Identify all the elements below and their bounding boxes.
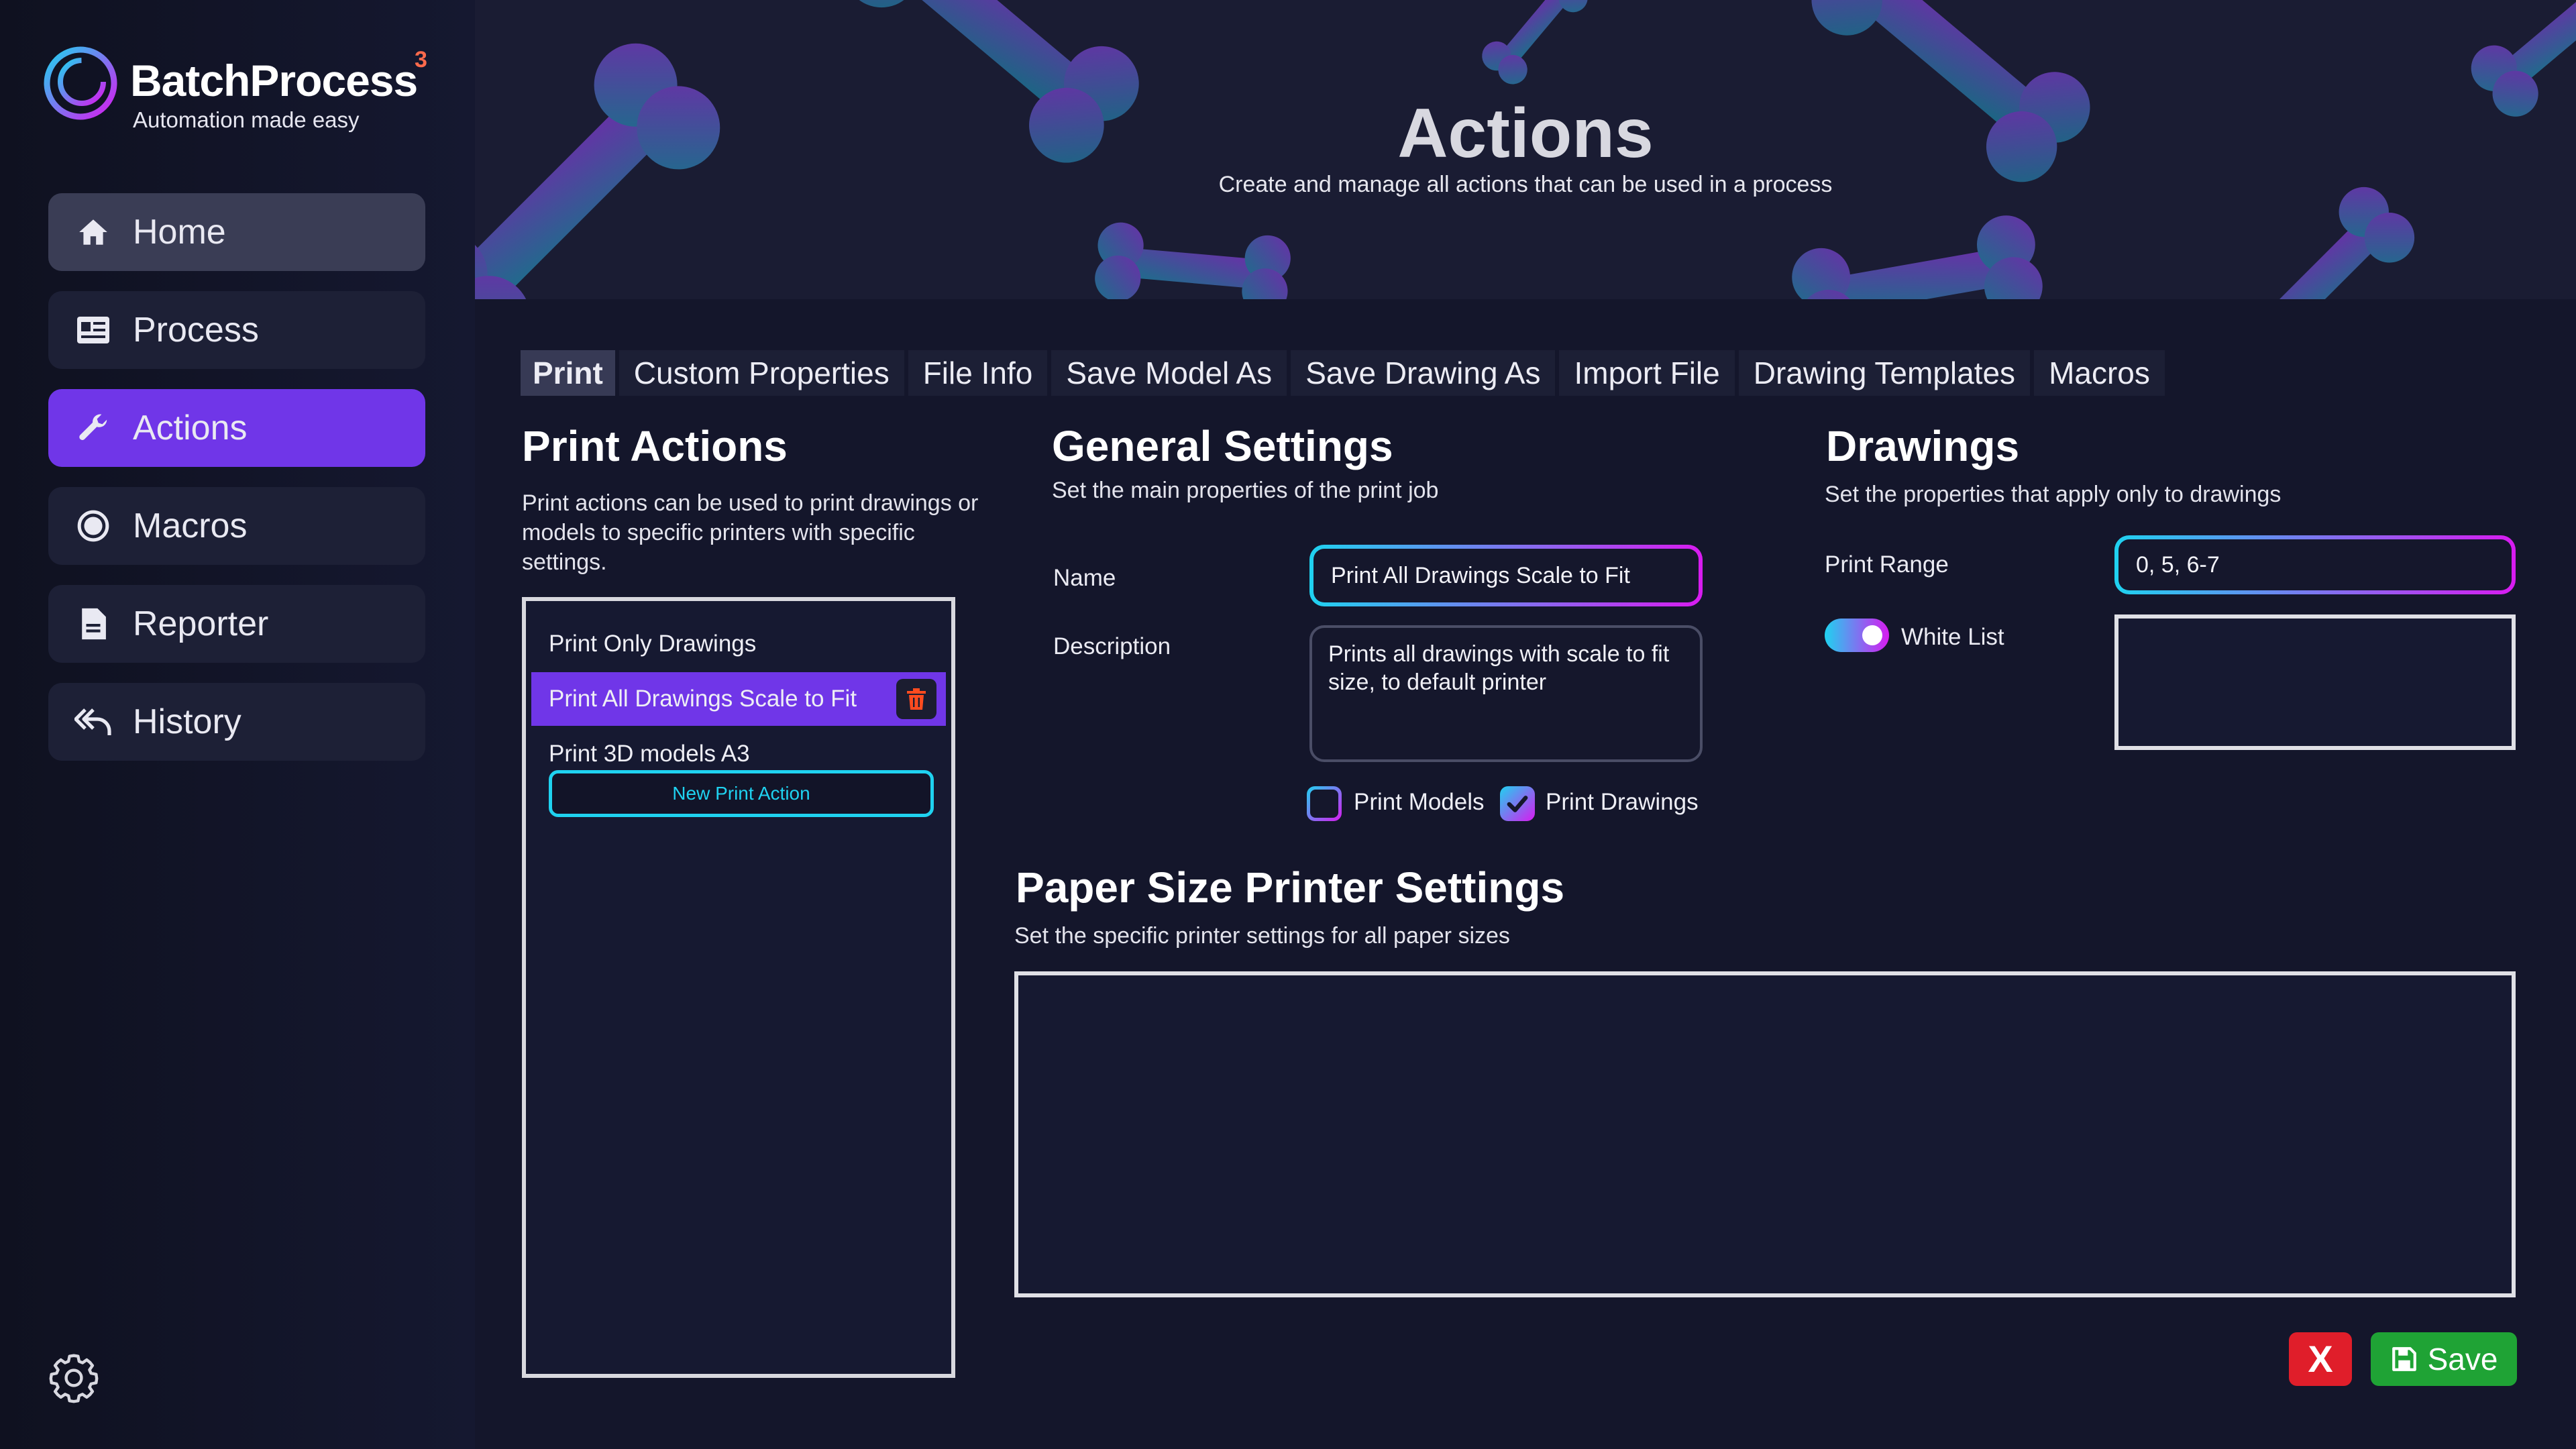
drawings-title: Drawings: [1826, 422, 2020, 470]
tab-custom-properties[interactable]: Custom Properties: [619, 350, 904, 396]
tab-save-model-as[interactable]: Save Model As: [1051, 350, 1287, 396]
toggle-knob: [1862, 625, 1882, 645]
sidebar-item-process[interactable]: Process: [48, 291, 425, 369]
tab-import-file[interactable]: Import File: [1559, 350, 1735, 396]
tab-file-info[interactable]: File Info: [908, 350, 1048, 396]
print-range-label: Print Range: [1825, 551, 1949, 578]
tab-drawing-templates[interactable]: Drawing Templates: [1738, 350, 2031, 396]
list-item[interactable]: Print Only Drawings: [531, 617, 946, 671]
home-icon: [74, 213, 113, 252]
delete-action-button[interactable]: [896, 679, 936, 719]
sidebar-item-label: Actions: [133, 409, 248, 447]
checkmark-icon: [1507, 796, 1528, 812]
page-title: Actions: [1397, 95, 1654, 172]
list-item-label: Print Only Drawings: [549, 631, 757, 657]
white-list-label: White List: [1901, 624, 2004, 650]
white-list-textarea[interactable]: [2114, 614, 2516, 750]
sidebar-item-label: Home: [133, 213, 226, 252]
process-icon: [74, 311, 113, 350]
print-models-label: Print Models: [1354, 789, 1485, 815]
print-drawings-label: Print Drawings: [1546, 789, 1699, 815]
sidebar-item-home[interactable]: Home: [48, 193, 425, 271]
document-icon: [74, 604, 113, 643]
list-item-label: Print 3D models A3: [549, 741, 750, 767]
trash-icon: [907, 688, 926, 710]
print-action-list: Print Only Drawings Print All Drawings S…: [522, 597, 955, 1378]
print-drawings-checkbox[interactable]: [1500, 786, 1535, 821]
sidebar-item-label: Reporter: [133, 604, 269, 643]
new-print-action-button[interactable]: New Print Action: [549, 770, 934, 817]
name-field[interactable]: Print All Drawings Scale to Fit: [1309, 545, 1703, 606]
general-settings-subtitle: Set the main properties of the print job: [1052, 478, 1439, 503]
brand-name: BatchProcess: [130, 56, 418, 105]
tab-macros[interactable]: Macros: [2034, 350, 2165, 396]
print-range-field[interactable]: 0, 5, 6-7: [2114, 535, 2516, 594]
record-icon: [74, 506, 113, 545]
save-button[interactable]: Save: [2371, 1332, 2517, 1386]
drawings-subtitle: Set the properties that apply only to dr…: [1825, 482, 2282, 507]
sidebar-item-history[interactable]: History: [48, 683, 425, 761]
sidebar-item-label: Macros: [133, 506, 248, 545]
sidebar-item-actions[interactable]: Actions: [48, 389, 425, 467]
sidebar-item-macros[interactable]: Macros: [48, 487, 425, 565]
action-type-tabs: Print Custom Properties File Info Save M…: [521, 350, 2169, 396]
print-actions-description: Print actions can be used to print drawi…: [522, 490, 979, 575]
logo-ring-icon: [44, 46, 117, 120]
name-label: Name: [1053, 565, 1116, 591]
description-field[interactable]: Prints all drawings with scale to fit si…: [1309, 625, 1703, 762]
gear-icon[interactable]: [48, 1352, 99, 1403]
paper-size-subtitle: Set the specific printer settings for al…: [1014, 923, 1510, 949]
paper-size-title: Paper Size Printer Settings: [1016, 863, 1565, 912]
general-settings-title: General Settings: [1052, 422, 1393, 470]
sidebar-item-label: History: [133, 702, 241, 741]
list-item-selected[interactable]: Print All Drawings Scale to Fit: [531, 672, 946, 726]
name-field-value: Print All Drawings Scale to Fit: [1313, 549, 1699, 602]
header-banner: Actions Create and manage all actions th…: [475, 0, 2576, 299]
print-actions-title: Print Actions: [522, 422, 788, 470]
cancel-button[interactable]: X: [2289, 1332, 2352, 1386]
white-list-toggle[interactable]: [1825, 619, 1889, 652]
page-subtitle: Create and manage all actions that can b…: [1218, 172, 1833, 197]
list-item-label: Print All Drawings Scale to Fit: [549, 686, 857, 712]
brand-version: 3: [415, 47, 427, 72]
brand-tagline: Automation made easy: [133, 107, 360, 132]
tab-save-drawing-as[interactable]: Save Drawing As: [1291, 350, 1556, 396]
wrench-icon: [74, 409, 113, 447]
save-button-label: Save: [2427, 1342, 2498, 1377]
print-models-checkbox[interactable]: [1307, 786, 1342, 821]
tab-print[interactable]: Print: [521, 350, 615, 396]
floppy-disk-icon: [2392, 1347, 2416, 1371]
history-icon: [74, 702, 113, 741]
sidebar: BatchProcess 3 Automation made easy Home…: [0, 0, 475, 1449]
paper-size-settings-panel[interactable]: [1014, 971, 2516, 1297]
description-label: Description: [1053, 633, 1171, 659]
print-range-value: 0, 5, 6-7: [2118, 539, 2512, 590]
sidebar-item-reporter[interactable]: Reporter: [48, 585, 425, 663]
sidebar-item-label: Process: [133, 311, 259, 350]
